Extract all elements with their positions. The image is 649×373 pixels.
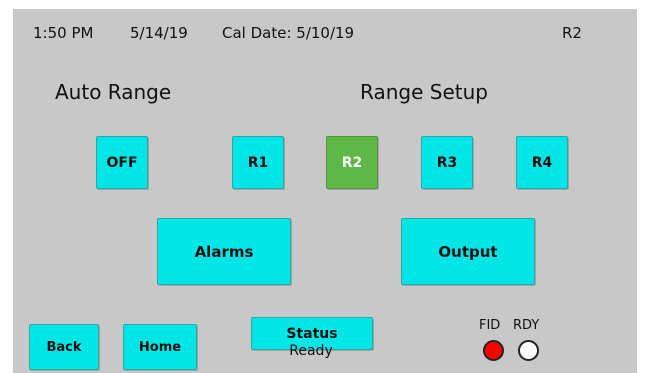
range-r3-button[interactable]: R3: [421, 136, 473, 189]
range-r2-button[interactable]: R2: [326, 136, 378, 189]
fid-indicator-light: [483, 340, 504, 361]
home-button[interactable]: Home: [123, 324, 197, 370]
back-button[interactable]: Back: [29, 324, 99, 370]
range-r1-button[interactable]: R1: [232, 136, 284, 189]
alarms-button[interactable]: Alarms: [157, 218, 291, 285]
cal-date-display: Cal Date: 5/10/19: [222, 24, 355, 42]
range-setup-heading: Range Setup: [360, 80, 488, 104]
output-button[interactable]: Output: [401, 218, 535, 285]
range-r4-button[interactable]: R4: [516, 136, 568, 189]
auto-range-off-button[interactable]: OFF: [96, 136, 148, 189]
auto-range-heading: Auto Range: [55, 80, 172, 104]
fid-indicator-label: FID: [479, 318, 501, 333]
time-display: 1:50 PM: [33, 24, 94, 42]
rdy-indicator-light: [518, 340, 539, 361]
rdy-indicator-label: RDY: [513, 318, 540, 333]
status-value: Ready: [289, 343, 333, 359]
current-range-display: R2: [562, 24, 582, 42]
date-display: 5/14/19: [130, 24, 188, 42]
